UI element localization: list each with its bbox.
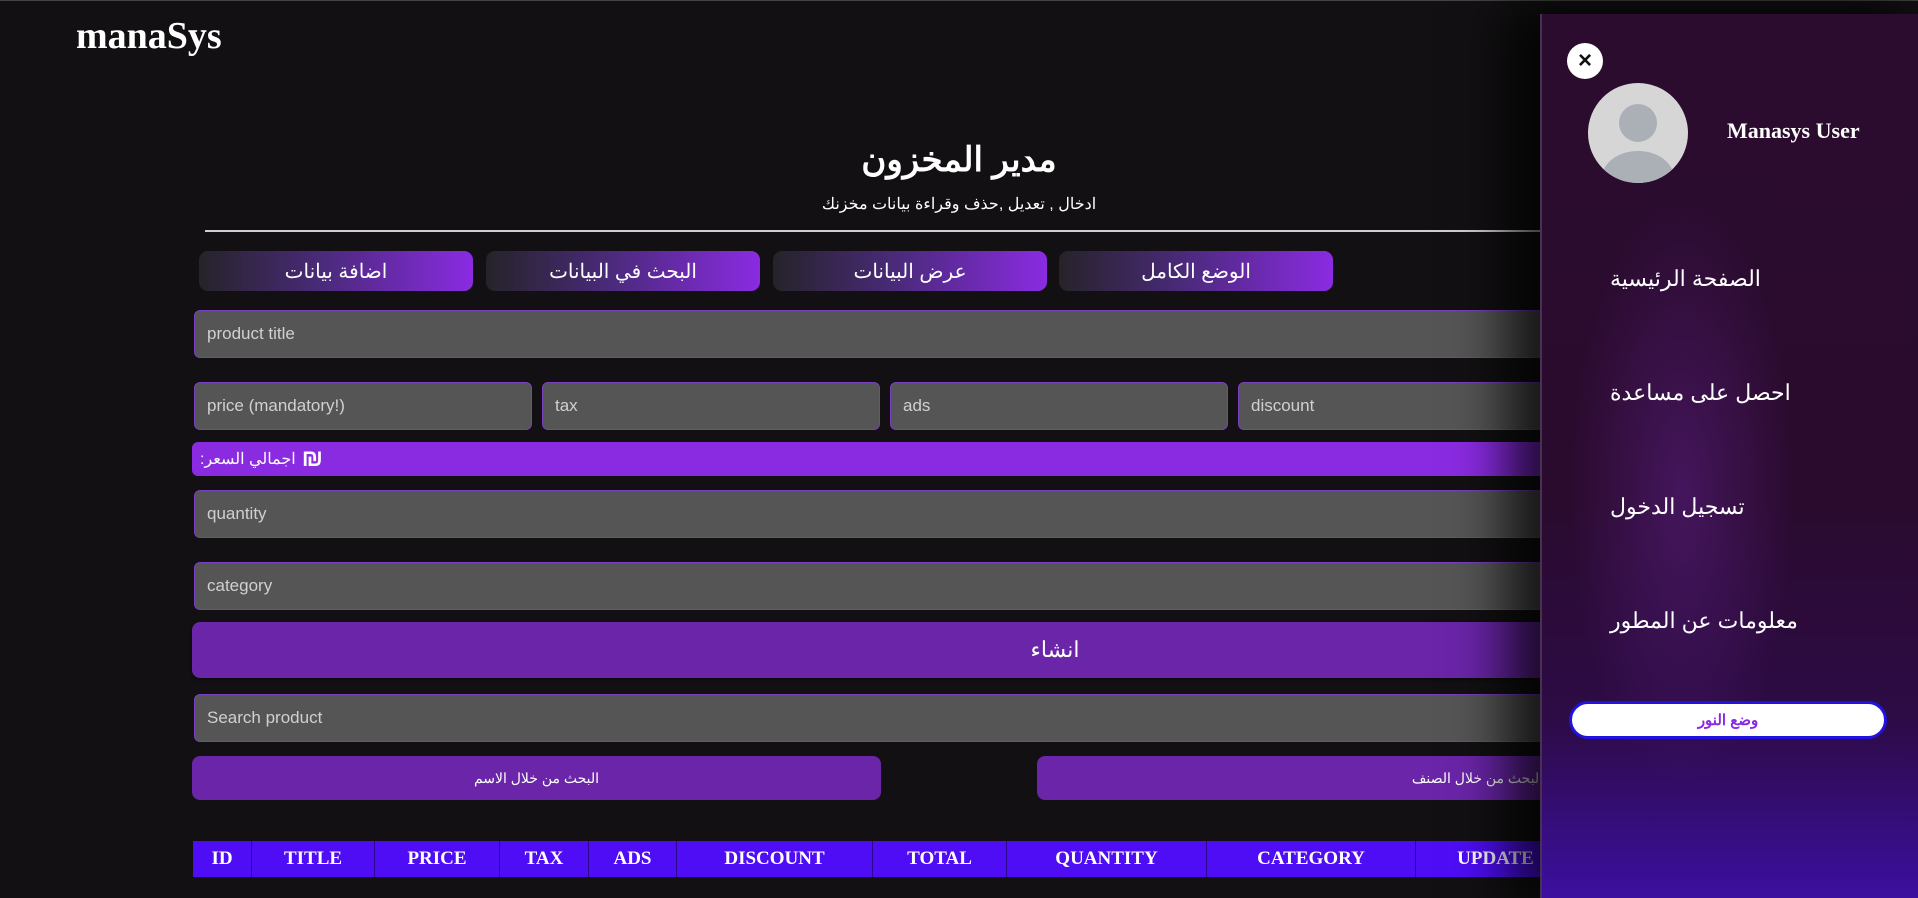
sidebar-item-home[interactable]: الصفحة الرئيسية [1610, 266, 1761, 292]
light-mode-button[interactable]: وضع النور [1569, 701, 1887, 739]
ads-input[interactable] [890, 382, 1228, 430]
table-header-cell: QUANTITY [1007, 841, 1207, 877]
sidebar-item-help[interactable]: احصل على مساعدة [1610, 380, 1791, 406]
table-header-cell: TITLE [252, 841, 375, 877]
tab-add-data[interactable]: اضافة بيانات [199, 251, 473, 291]
table-header-cell: PRICE [375, 841, 500, 877]
search-by-name-button[interactable]: البحث من خلال الاسم [192, 756, 881, 800]
table-header: ID TITLE PRICE TAX ADS DISCOUNT TOTAL QU… [193, 841, 1576, 877]
tab-search-data[interactable]: البحث في البيانات [486, 251, 760, 291]
app-logo[interactable]: manaSys [76, 14, 222, 58]
sidebar-item-login[interactable]: تسجيل الدخول [1610, 494, 1745, 520]
price-input[interactable] [194, 382, 532, 430]
table-header-cell: TAX [500, 841, 589, 877]
currency-icon: ₪ [301, 445, 323, 472]
tax-input[interactable] [542, 382, 880, 430]
sidebar-item-about-developer[interactable]: معلومات عن المطور [1610, 608, 1798, 634]
table-header-cell: ADS [589, 841, 677, 877]
sidebar: × Manasys User الصفحة الرئيسية احصل على … [1540, 14, 1918, 898]
table-header-cell: ID [193, 841, 252, 877]
user-icon [1602, 104, 1674, 183]
close-icon[interactable]: × [1567, 43, 1603, 79]
avatar [1588, 83, 1688, 183]
tab-full-mode[interactable]: الوضع الكامل [1059, 251, 1333, 291]
tab-view-data[interactable]: عرض البيانات [773, 251, 1047, 291]
table-header-cell: DISCOUNT [677, 841, 873, 877]
table-header-cell: CATEGORY [1207, 841, 1416, 877]
total-price-label: اجمالي السعر: [200, 451, 296, 468]
username: Manasys User [1727, 118, 1860, 143]
table-header-cell: TOTAL [873, 841, 1007, 877]
